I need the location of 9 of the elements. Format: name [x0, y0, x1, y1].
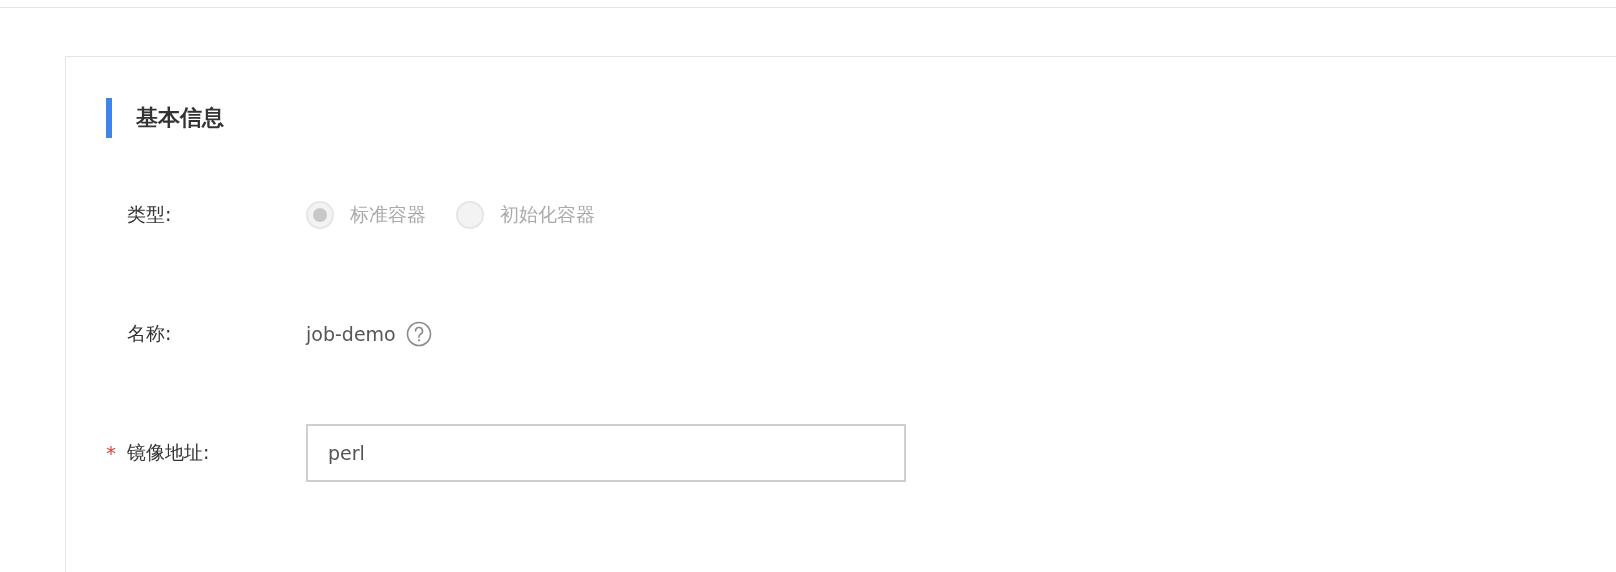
section-accent-bar	[106, 98, 112, 138]
image-address-field[interactable]: perl	[306, 424, 906, 482]
field-label: 名称:	[127, 321, 172, 346]
field-label: 类型:	[127, 202, 172, 227]
required-mark: *	[106, 441, 117, 465]
help-icon[interactable]	[405, 321, 432, 347]
field-label: 镜像地址:	[127, 440, 210, 465]
name-value: job-demo	[306, 323, 396, 345]
section-title: 基本信息	[136, 104, 224, 132]
